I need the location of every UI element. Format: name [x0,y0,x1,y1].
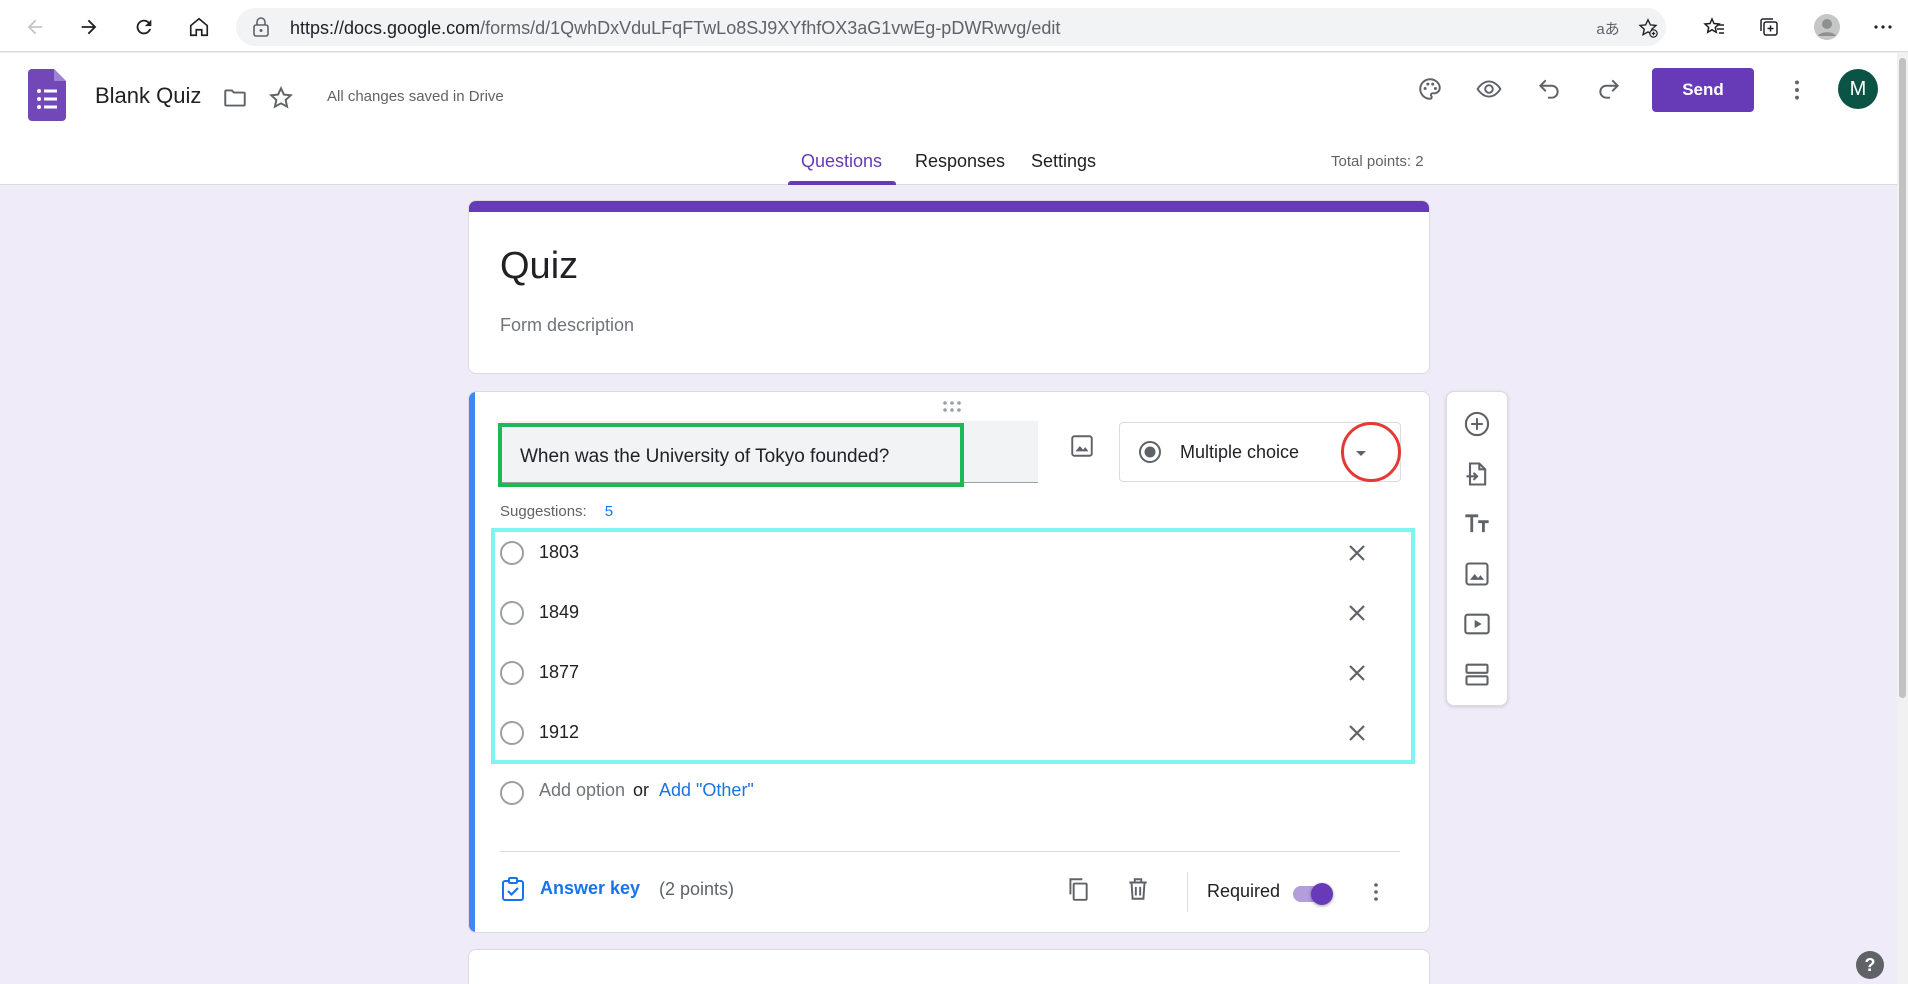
question-type-label: Multiple choice [1180,442,1300,462]
star-icon[interactable] [264,81,298,115]
google-forms-logo-icon[interactable] [28,69,66,121]
add-other-button[interactable]: Add "Other" [659,780,754,801]
question-points: (2 points) [659,879,735,899]
option-label[interactable]: 1912 [539,722,579,743]
add-image-icon[interactable] [1063,427,1101,465]
remove-option-icon[interactable] [1343,659,1371,687]
form-title-card: Quiz Form description [468,200,1430,374]
url-text: https://docs.google.com/forms/d/1QwhDxVd… [290,18,1061,38]
lock-icon [253,17,269,37]
profile-icon[interactable] [1810,10,1844,44]
folder-icon[interactable] [218,81,252,115]
tab-settings[interactable]: Settings [1031,151,1096,172]
option-label[interactable]: 1803 [539,542,579,563]
question-more-icon[interactable] [1362,878,1390,906]
send-button[interactable]: Send [1652,68,1754,112]
active-tab-indicator [788,181,896,185]
add-option-button[interactable]: Add option [539,780,625,801]
translate-icon[interactable]: aあ [1596,16,1620,40]
scrollbar-thumb[interactable] [1899,58,1906,698]
option-radio [500,661,524,685]
duplicate-icon[interactable] [1062,873,1094,905]
refresh-icon[interactable] [127,10,161,44]
preview-eye-icon[interactable] [1472,72,1506,106]
footer-separator [1187,872,1188,912]
form-description-field[interactable]: Form description [500,315,634,336]
option-row[interactable]: 1803 [500,533,1400,573]
question-highlight-box [498,423,964,487]
add-section-icon[interactable] [1460,657,1494,691]
browser-toolbar: https://docs.google.com/forms/d/1QwhDxVd… [0,0,1908,52]
answer-key-button[interactable]: Answer key [540,878,640,899]
option-row[interactable]: 1877 [500,653,1400,693]
option-label[interactable]: 1849 [539,602,579,623]
add-favorite-icon[interactable] [1636,16,1660,40]
question-card: When was the University of Tokyo founded… [468,391,1430,933]
suggestions-count[interactable]: 5 [605,503,613,520]
suggestions-label: Suggestions: [500,503,587,520]
save-status: All changes saved in Drive [327,88,504,105]
undo-icon[interactable] [1532,72,1566,106]
delete-icon[interactable] [1122,873,1154,905]
option-radio [500,781,524,805]
add-image-tool-icon[interactable] [1460,557,1494,591]
option-row[interactable]: 1849 [500,593,1400,633]
back-icon[interactable] [18,10,52,44]
add-title-icon[interactable] [1460,507,1494,541]
add-video-icon[interactable] [1460,607,1494,641]
floating-toolbar [1446,391,1508,706]
tab-questions[interactable]: Questions [801,151,882,172]
option-label[interactable]: 1877 [539,662,579,683]
account-avatar[interactable]: M [1838,69,1878,109]
drag-handle-icon[interactable] [941,400,963,414]
option-radio [500,721,524,745]
palette-icon[interactable] [1413,72,1447,106]
browser-menu-icon[interactable] [1866,10,1900,44]
home-icon[interactable] [182,10,216,44]
dropdown-highlight-circle [1341,422,1401,482]
radio-button-icon [1139,441,1161,463]
option-radio [500,541,524,565]
answer-key-icon[interactable] [500,876,526,902]
total-points: Total points: 2 [1331,153,1424,170]
active-card-indicator [469,392,475,932]
collections-icon[interactable] [1752,10,1786,44]
required-toggle-thumb[interactable] [1311,883,1333,905]
add-question-icon[interactable] [1460,407,1494,441]
or-text: or [633,780,650,800]
forms-header: Blank Quiz All changes saved in Drive Se… [0,53,1908,185]
document-title[interactable]: Blank Quiz [95,83,201,109]
theme-color-bar [469,201,1429,212]
more-options-icon[interactable] [1780,73,1814,107]
favorites-icon[interactable] [1697,10,1731,44]
remove-option-icon[interactable] [1343,539,1371,567]
remove-option-icon[interactable] [1343,719,1371,747]
option-radio [500,601,524,625]
remove-option-icon[interactable] [1343,599,1371,627]
redo-icon[interactable] [1592,72,1626,106]
tab-responses[interactable]: Responses [915,151,1005,172]
forward-icon[interactable] [72,10,106,44]
form-title[interactable]: Quiz [500,245,578,288]
import-questions-icon[interactable] [1460,457,1494,491]
help-icon[interactable]: ? [1856,951,1884,979]
required-label: Required [1207,881,1281,901]
address-bar[interactable]: https://docs.google.com/forms/d/1QwhDxVd… [236,8,1666,46]
option-row[interactable]: 1912 [500,713,1400,753]
suggestions-row: Suggestions: 5 [500,503,613,520]
card-divider [500,851,1400,852]
next-question-card[interactable] [468,949,1430,984]
